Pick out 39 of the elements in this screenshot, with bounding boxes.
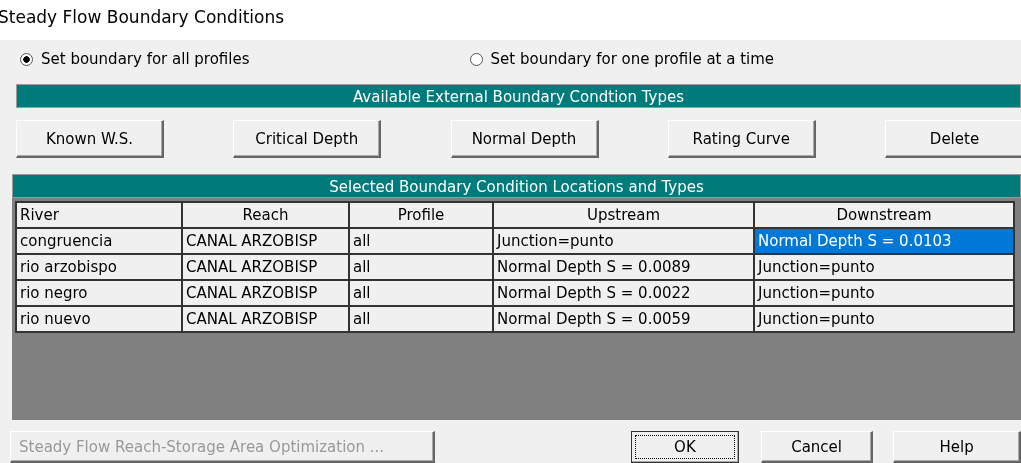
dialog-button[interactable]: Help [893, 431, 1021, 463]
table-cell[interactable]: rio nuevo [16, 306, 182, 332]
table-cell[interactable]: CANAL ARZOBISP [182, 280, 349, 306]
dialog-button[interactable]: OK [630, 431, 740, 463]
table-cell[interactable]: all [349, 228, 493, 254]
boundary-type-button[interactable]: Critical Depth [233, 120, 382, 158]
table-cell[interactable]: Junction=punto [754, 254, 1014, 280]
radio-button[interactable] [469, 52, 483, 66]
dialog-button[interactable]: Cancel [761, 431, 874, 463]
table-cell[interactable]: rio negro [16, 280, 182, 306]
table-cell[interactable]: CANAL ARZOBISP [182, 306, 349, 332]
column-header[interactable]: Downstream [754, 202, 1014, 228]
table-cell[interactable]: rio arzobispo [16, 254, 182, 280]
table-cell[interactable]: Normal Depth S = 0.0103 [754, 228, 1014, 254]
table-cell[interactable]: all [349, 254, 493, 280]
radio-button[interactable] [20, 52, 33, 66]
table-cell[interactable]: CANAL ARZOBISP [182, 254, 349, 280]
table-cell[interactable]: all [349, 306, 493, 332]
column-header[interactable]: River [16, 202, 182, 228]
section-header: Selected Boundary Condition Locations and Types [12, 174, 1021, 198]
table-cell[interactable]: Junction=punto [493, 228, 754, 254]
table-cell[interactable]: Normal Depth S = 0.0059 [493, 306, 754, 332]
table-cell[interactable]: congruencia [16, 228, 182, 254]
table-cell[interactable]: all [349, 280, 493, 306]
radio-label[interactable]: Set boundary for all profiles [41, 50, 250, 68]
boundary-type-button[interactable]: Known W.S. [16, 120, 164, 158]
radio-label[interactable]: Set boundary for one profile at a time [490, 50, 775, 68]
boundary-type-button[interactable]: Delete [885, 120, 1021, 158]
table-cell[interactable]: Junction=punto [754, 306, 1014, 332]
section-header: Available External Boundary Condtion Types [16, 84, 1021, 108]
table-cell[interactable]: CANAL ARZOBISP [182, 228, 349, 254]
table-cell[interactable]: Normal Depth S = 0.0022 [493, 280, 754, 306]
column-header[interactable]: Upstream [493, 202, 754, 228]
table-cell[interactable]: Junction=punto [754, 280, 1014, 306]
column-header[interactable]: Profile [349, 202, 493, 228]
column-header[interactable]: Reach [182, 202, 349, 228]
boundary-type-button[interactable]: Rating Curve [667, 120, 816, 158]
boundary-type-button[interactable]: Normal Depth [450, 120, 599, 158]
table-cell[interactable]: Normal Depth S = 0.0089 [493, 254, 754, 280]
